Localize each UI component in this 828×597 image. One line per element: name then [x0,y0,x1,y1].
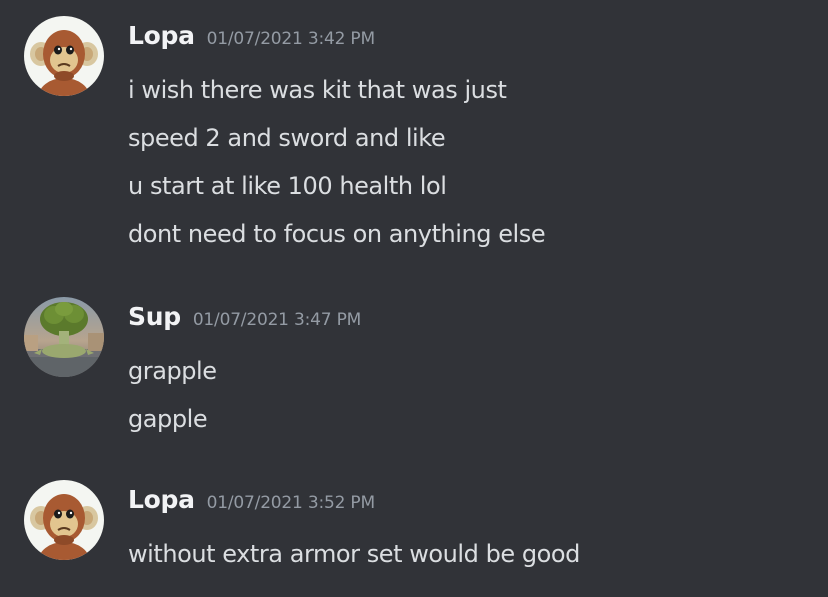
user-avatar[interactable] [24,297,104,377]
timestamp: 01/07/2021 3:52 PM [206,493,375,513]
message-lines: grapple gapple [128,347,217,443]
username[interactable]: Sup [128,302,181,331]
user-avatar[interactable] [24,480,104,560]
message-text: i wish there was kit that was just [128,76,507,104]
broccoli-turtle-avatar-icon [24,297,104,377]
message-header: Sup 01/07/2021 3:47 PM [128,302,361,336]
message-text: gapple [128,405,208,433]
message-lines: without extra armor set would be good [128,530,580,578]
message-text: grapple [128,357,217,385]
timestamp: 01/07/2021 3:47 PM [192,310,362,330]
monkey-avatar-icon [24,16,104,96]
message-lines: i wish there was kit that was just speed… [128,66,546,258]
username[interactable]: Lopa [128,485,195,514]
message-header: Lopa 01/07/2021 3:42 PM [128,21,375,55]
monkey-avatar-icon [24,480,104,560]
message-text: u start at like 100 health lol [128,172,447,200]
user-avatar[interactable] [24,16,104,96]
message-text: speed 2 and sword and like [128,124,446,152]
message-header: Lopa 01/07/2021 3:52 PM [128,485,375,519]
message-text: without extra armor set would be good [128,540,580,568]
username[interactable]: Lopa [128,21,195,50]
chat-message-list: Lopa 01/07/2021 3:42 PM i wish there was … [0,0,828,597]
timestamp: 01/07/2021 3:42 PM [206,29,375,49]
message-text: dont need to focus on anything else [128,220,546,248]
